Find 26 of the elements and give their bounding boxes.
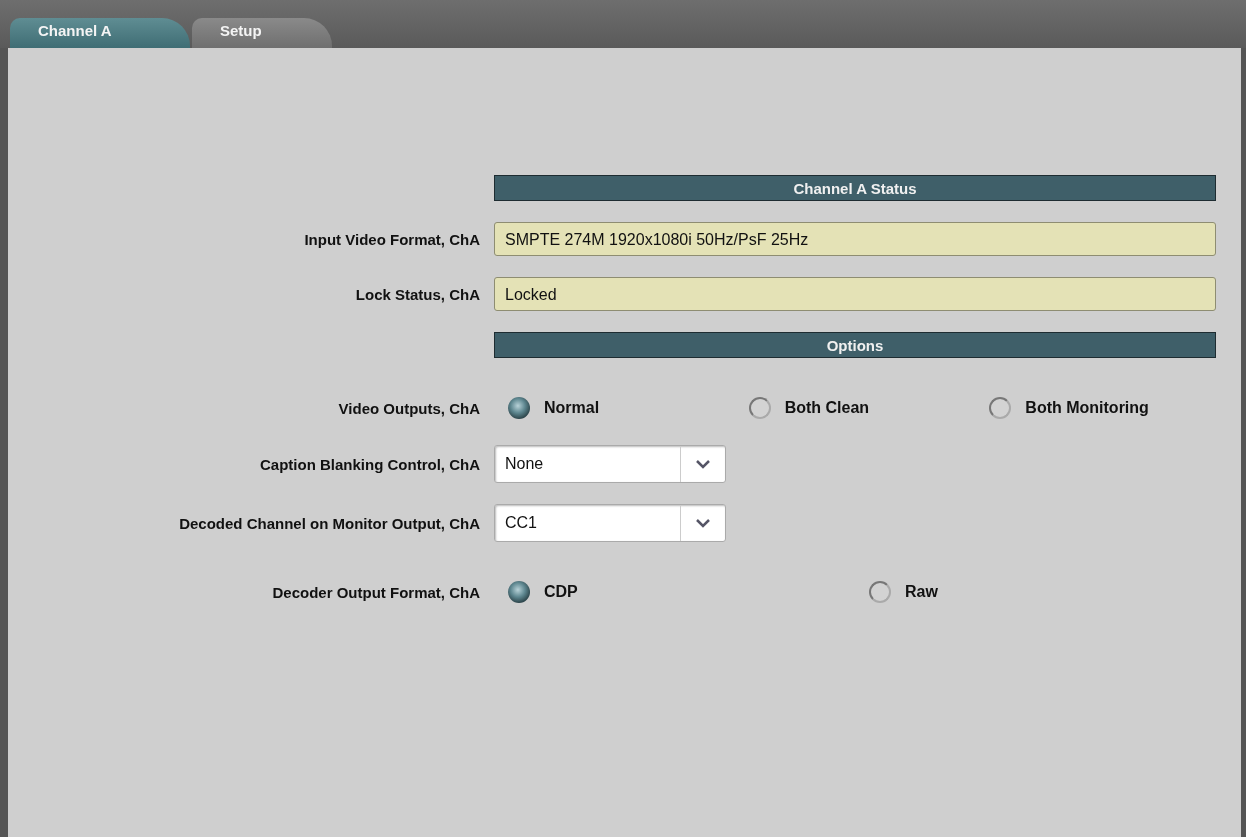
field-label: Input Video Format, ChA [304, 230, 480, 248]
radio-button[interactable] [508, 581, 530, 603]
radio-button[interactable] [748, 397, 771, 419]
radio-label: CDP [544, 583, 578, 601]
field-label: Decoded Channel on Monitor Output, ChA [179, 514, 480, 532]
chevron-down-icon [695, 459, 711, 469]
radio-button[interactable] [508, 397, 530, 419]
section-header: Channel A Status [494, 175, 1216, 201]
radio-label: Both Clean [784, 399, 870, 417]
radio-button[interactable] [869, 581, 891, 603]
section-header: Options [494, 332, 1216, 358]
radio-button[interactable] [989, 397, 1012, 419]
field-label: Decoder Output Format, ChA [272, 583, 480, 601]
tab[interactable]: Setup [192, 18, 332, 48]
field-label: Caption Blanking Control, ChA [260, 455, 480, 473]
chevron-down-icon [695, 518, 711, 528]
radio-label: Normal [544, 399, 600, 417]
tab[interactable]: Channel A [10, 18, 190, 48]
field-label: Lock Status, ChA [355, 285, 480, 303]
dropdown[interactable]: CC1 [494, 504, 726, 542]
status-field: Locked [494, 277, 1216, 311]
radio-label: Both Monitoring [1025, 399, 1149, 417]
status-field: SMPTE 274M 1920x1080i 50Hz/PsF 25Hz [494, 222, 1216, 256]
dropdown[interactable]: None [494, 445, 726, 483]
field-label: Video Outputs, ChA [338, 399, 480, 417]
radio-label: Raw [905, 583, 938, 601]
